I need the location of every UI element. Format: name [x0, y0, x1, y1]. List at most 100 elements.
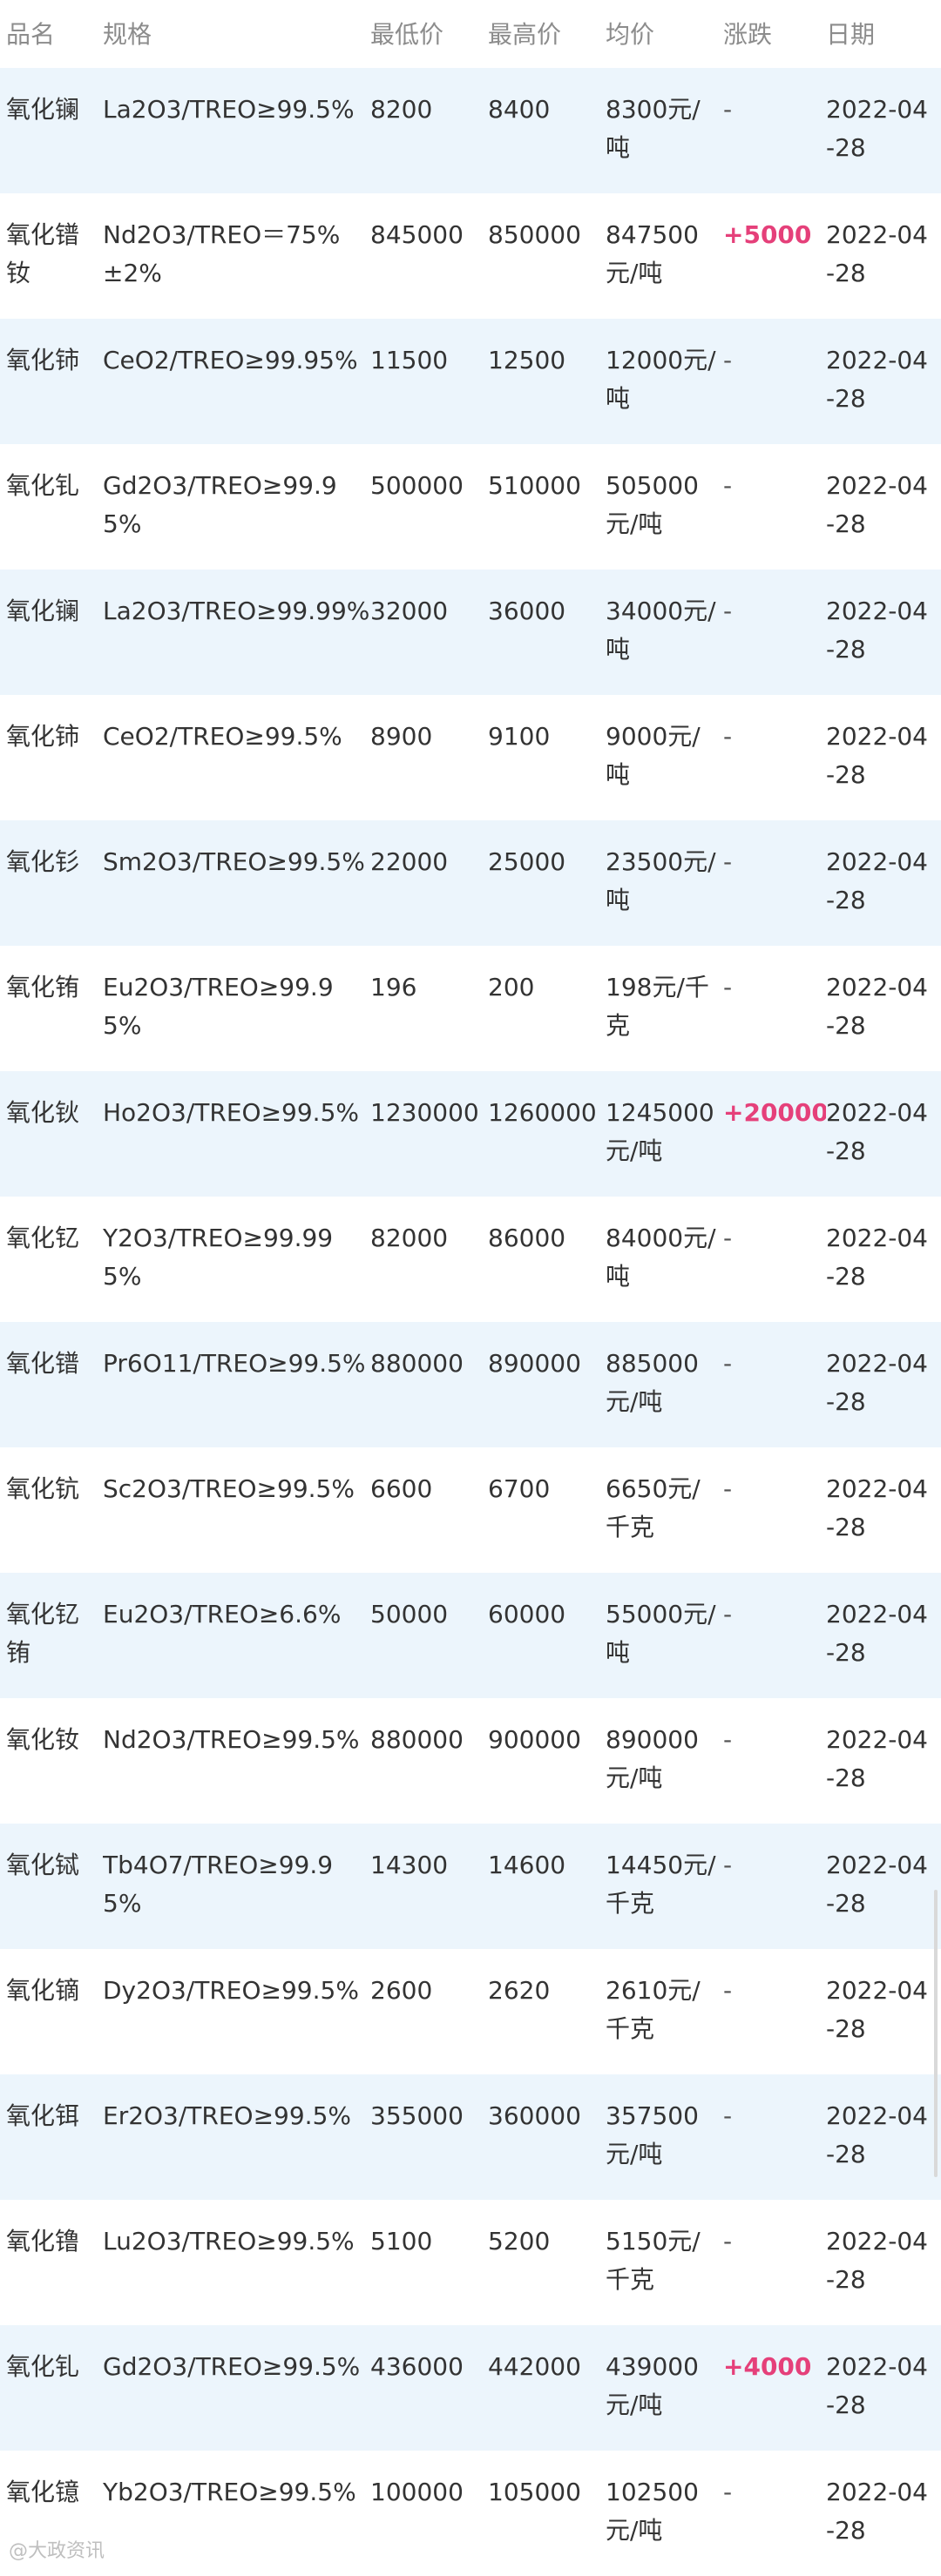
- cell-spec: Gd2O3/TREO≥99.95%: [103, 471, 337, 538]
- table-row[interactable]: 氧化铈 CeO2/TREO≥99.5% 8900 9100 9000元/吨 - 2022-0…: [0, 695, 941, 820]
- cell-high-price: 510000: [488, 471, 581, 500]
- cell-name: 氧化镱: [6, 2478, 80, 2506]
- cell-change: -: [723, 1600, 733, 1629]
- table-row[interactable]: 氧化镨 Pr6O11/TREO≥99.5% 880000 890000 885000元/…: [0, 1322, 941, 1447]
- cell-change: -: [723, 722, 733, 751]
- table-row[interactable]: 氧化铕 Eu2O3/TREO≥99.95% 196 200 198元/千克 - 2022-0…: [0, 946, 941, 1071]
- table-row[interactable]: 氧化钇 Y2O3/TREO≥99.995% 82000 86000 84000元/吨 - 2…: [0, 1197, 941, 1322]
- cell-high-price: 360000: [488, 2101, 581, 2130]
- cell-low-price: 82000: [370, 1224, 449, 1252]
- cell-avg-price: 23500元/吨: [606, 847, 716, 914]
- cell-avg-price: 14450元/千克: [606, 1851, 716, 1918]
- cell-date: 2022-04-28: [826, 2227, 928, 2294]
- cell-high-price: 200: [488, 973, 535, 1001]
- table-row[interactable]: 氧化镧 La2O3/TREO≥99.5% 8200 8400 8300元/吨 - 2022-…: [0, 68, 941, 193]
- table-row[interactable]: 氧化钆 Gd2O3/TREO≥99.5% 436000 442000 439000元/吨…: [0, 2325, 941, 2451]
- table-row[interactable]: 氧化钐 Sm2O3/TREO≥99.5% 22000 25000 23500元/吨 - 20…: [0, 820, 941, 946]
- table-row[interactable]: 氧化钇铕 Eu2O3/TREO≥6.6% 50000 60000 55000元/吨 - 20…: [0, 1573, 941, 1698]
- cell-low-price: 14300: [370, 1851, 449, 1879]
- cell-low-price: 2600: [370, 1976, 433, 2005]
- cell-spec: Pr6O11/TREO≥99.5%: [103, 1349, 366, 1378]
- table-row[interactable]: 氧化镱 Yb2O3/TREO≥99.5% 100000 105000 102500元/吨…: [0, 2451, 941, 2576]
- cell-avg-price: 34000元/吨: [606, 597, 716, 664]
- table-row[interactable]: 氧化铒 Er2O3/TREO≥99.5% 355000 360000 357500元/吨…: [0, 2074, 941, 2200]
- cell-spec: Eu2O3/TREO≥99.95%: [103, 973, 334, 1040]
- cell-avg-price: 9000元/吨: [606, 722, 701, 789]
- cell-name: 氧化铒: [6, 2101, 80, 2130]
- cell-high-price: 9100: [488, 722, 551, 751]
- cell-date: 2022-04-28: [826, 722, 928, 789]
- cell-date: 2022-04-28: [826, 1725, 928, 1792]
- table-row[interactable]: 氧化镨钕 Nd2O3/TREO＝75%±2% 845000 850000 847500元…: [0, 193, 941, 319]
- cell-name: 氧化铈: [6, 722, 80, 751]
- cell-name: 氧化钬: [6, 1098, 80, 1127]
- cell-name: 氧化镥: [6, 2227, 80, 2256]
- cell-avg-price: 55000元/吨: [606, 1600, 716, 1667]
- cell-spec: La2O3/TREO≥99.99%: [103, 597, 370, 625]
- table-row[interactable]: 氧化铈 CeO2/TREO≥99.95% 11500 12500 12000元/吨 - 20…: [0, 319, 941, 444]
- cell-name: 氧化铈: [6, 346, 80, 374]
- cell-name: 氧化钐: [6, 847, 80, 876]
- header-change: 涨跌: [723, 20, 773, 49]
- cell-avg-price: 890000元/吨: [606, 1725, 699, 1792]
- cell-spec: Er2O3/TREO≥99.5%: [103, 2101, 352, 2130]
- table-row[interactable]: 氧化镥 Lu2O3/TREO≥99.5% 5100 5200 5150元/千克 - 2022…: [0, 2200, 941, 2325]
- cell-high-price: 1260000: [488, 1098, 597, 1127]
- table-row[interactable]: 氧化钪 Sc2O3/TREO≥99.5% 6600 6700 6650元/千克 - 2022…: [0, 1447, 941, 1573]
- cell-avg-price: 198元/千克: [606, 973, 709, 1040]
- scrollbar[interactable]: [934, 1890, 938, 2177]
- table-row[interactable]: 氧化铽 Tb4O7/TREO≥99.95% 14300 14600 14450元/千克 -…: [0, 1824, 941, 1949]
- cell-date: 2022-04-28: [826, 471, 928, 538]
- header-name: 品名: [6, 20, 56, 49]
- table-row[interactable]: 氧化镧 La2O3/TREO≥99.99% 32000 36000 34000元/吨 - 2…: [0, 570, 941, 695]
- cell-low-price: 500000: [370, 471, 464, 500]
- cell-spec: Gd2O3/TREO≥99.5%: [103, 2352, 361, 2381]
- cell-spec: La2O3/TREO≥99.5%: [103, 95, 355, 124]
- cell-change: -: [723, 1349, 733, 1378]
- cell-spec: Yb2O3/TREO≥99.5%: [103, 2478, 356, 2506]
- cell-change: -: [723, 2227, 733, 2256]
- cell-spec: Sc2O3/TREO≥99.5%: [103, 1474, 355, 1503]
- cell-name: 氧化铕: [6, 973, 80, 1001]
- cell-change: -: [723, 973, 733, 1001]
- cell-date: 2022-04-28: [826, 1098, 928, 1165]
- cell-high-price: 5200: [488, 2227, 551, 2256]
- cell-date: 2022-04-28: [826, 2101, 928, 2168]
- cell-avg-price: 84000元/吨: [606, 1224, 716, 1291]
- cell-spec: Sm2O3/TREO≥99.5%: [103, 847, 365, 876]
- cell-spec: Eu2O3/TREO≥6.6%: [103, 1600, 342, 1629]
- cell-name: 氧化钆: [6, 471, 80, 500]
- cell-avg-price: 12000元/吨: [606, 346, 716, 413]
- cell-change: +5000: [723, 220, 812, 249]
- cell-date: 2022-04-28: [826, 1976, 928, 2043]
- cell-date: 2022-04-28: [826, 1224, 928, 1291]
- cell-low-price: 22000: [370, 847, 449, 876]
- table-row[interactable]: 氧化钬 Ho2O3/TREO≥99.5% 1230000 1260000 1245000…: [0, 1071, 941, 1197]
- cell-avg-price: 439000元/吨: [606, 2352, 699, 2419]
- cell-spec: CeO2/TREO≥99.5%: [103, 722, 342, 751]
- cell-high-price: 442000: [488, 2352, 581, 2381]
- cell-high-price: 60000: [488, 1600, 566, 1629]
- cell-name: 氧化铽: [6, 1851, 80, 1879]
- cell-high-price: 12500: [488, 346, 566, 374]
- cell-change: -: [723, 847, 733, 876]
- cell-low-price: 880000: [370, 1725, 464, 1754]
- cell-date: 2022-04-28: [826, 1851, 928, 1918]
- cell-name: 氧化镧: [6, 95, 80, 124]
- cell-low-price: 100000: [370, 2478, 464, 2506]
- table-header: 品名 规格 最低价 最高价 均价 涨跌 日期: [0, 0, 941, 68]
- table-row[interactable]: 氧化钆 Gd2O3/TREO≥99.95% 500000 510000 505000元/…: [0, 444, 941, 570]
- table-row[interactable]: 氧化镝 Dy2O3/TREO≥99.5% 2600 2620 2610元/千克 - 2022…: [0, 1949, 941, 2074]
- header-avg: 均价: [606, 20, 655, 49]
- cell-avg-price: 1245000元/吨: [606, 1098, 714, 1165]
- cell-high-price: 25000: [488, 847, 566, 876]
- table-row[interactable]: 氧化钕 Nd2O3/TREO≥99.5% 880000 900000 890000元/吨…: [0, 1698, 941, 1824]
- cell-change: -: [723, 2478, 733, 2506]
- cell-avg-price: 5150元/千克: [606, 2227, 701, 2294]
- cell-high-price: 14600: [488, 1851, 566, 1879]
- cell-avg-price: 357500元/吨: [606, 2101, 699, 2168]
- header-high: 最高价: [488, 20, 562, 49]
- cell-change: +4000: [723, 2352, 812, 2381]
- cell-high-price: 2620: [488, 1976, 551, 2005]
- cell-date: 2022-04-28: [826, 597, 928, 664]
